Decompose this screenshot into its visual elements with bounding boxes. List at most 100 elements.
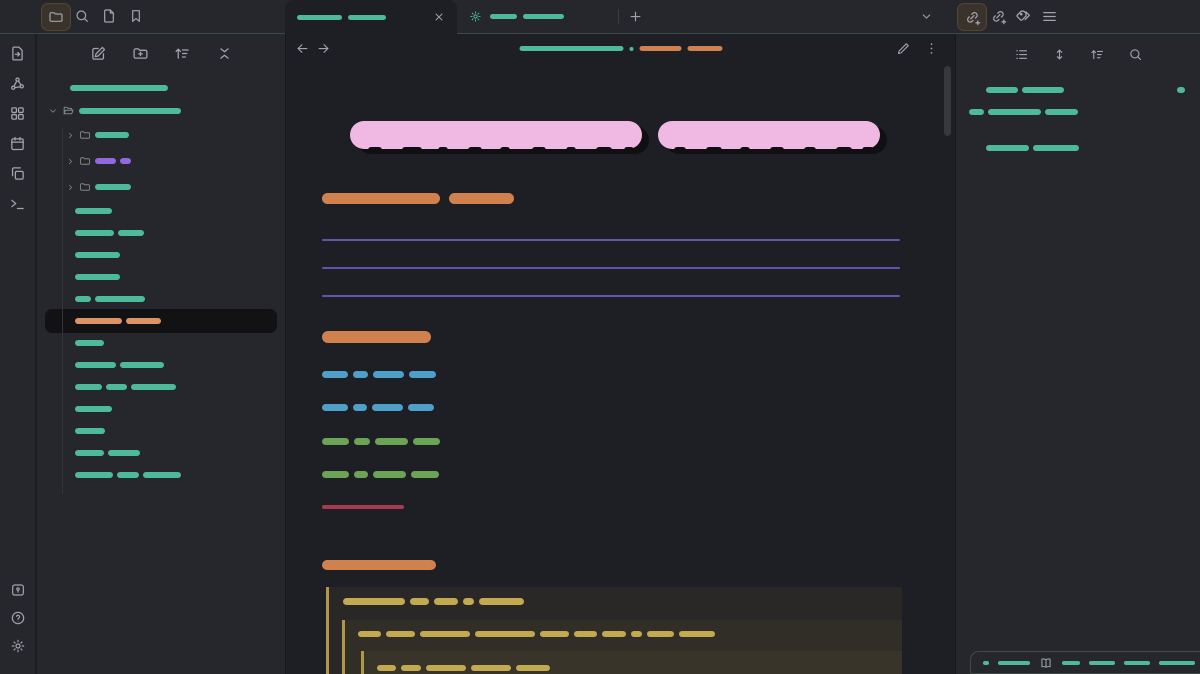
redacted-bar	[988, 109, 1041, 115]
outline-list-button[interactable]	[1014, 47, 1029, 62]
collapse-all-button[interactable]	[216, 45, 233, 62]
calendar-button[interactable]	[9, 135, 26, 152]
graph-view-button[interactable]	[9, 75, 26, 92]
new-tab-button[interactable]	[628, 9, 643, 24]
file-item[interactable]	[37, 332, 285, 354]
folder-item[interactable]	[37, 148, 285, 174]
help-button[interactable]	[10, 610, 26, 626]
settings-button[interactable]	[10, 638, 26, 654]
gear-icon	[469, 10, 482, 23]
list-button[interactable]	[1041, 8, 1058, 25]
tab-close-button[interactable]	[433, 11, 445, 23]
heading-redacted	[322, 560, 902, 570]
expand-all-button[interactable]	[1052, 47, 1067, 62]
redacted-bar	[479, 598, 524, 605]
blockquote-line-redacted	[377, 665, 902, 674]
tab-list-button[interactable]	[920, 10, 933, 23]
add-link-2-button[interactable]	[990, 8, 1007, 25]
file-item[interactable]	[37, 288, 285, 310]
folder-item[interactable]	[37, 174, 285, 200]
files-view-icon	[48, 9, 64, 25]
file-item[interactable]	[37, 222, 285, 244]
vault-switcher-button[interactable]	[10, 582, 26, 598]
redacted-bar	[95, 296, 145, 302]
redaction-bump	[740, 147, 750, 153]
text-line-redacted	[322, 505, 902, 509]
outline-item[interactable]	[956, 87, 1200, 93]
templates-button[interactable]	[9, 165, 26, 182]
nav-back-button[interactable]	[295, 41, 310, 56]
reading-mode-button[interactable]	[1039, 656, 1053, 670]
file-item-selected[interactable]	[45, 309, 277, 333]
redacted-bar	[475, 631, 535, 637]
file-view-button[interactable]	[101, 8, 117, 24]
outline-item[interactable]	[956, 109, 1200, 115]
note-tab[interactable]	[285, 0, 457, 34]
search-button[interactable]	[1128, 47, 1143, 62]
file-item[interactable]	[37, 200, 285, 222]
sort-order-button[interactable]	[174, 45, 191, 62]
title-redacted-bar	[629, 47, 633, 51]
reading-mode-icon	[1039, 656, 1053, 670]
folder-item[interactable]	[37, 122, 285, 148]
edit-mode-button[interactable]	[896, 41, 911, 56]
outline-item[interactable]	[956, 145, 1200, 151]
file-item[interactable]	[37, 464, 285, 486]
redacted-bar	[969, 109, 984, 115]
panel-left-toggle-button[interactable]	[10, 8, 27, 25]
chevron-right-icon	[66, 157, 75, 166]
redacted-bar	[540, 631, 569, 637]
redacted-bar	[471, 665, 511, 671]
sort-order-button[interactable]	[1090, 47, 1105, 62]
redacted-bar	[449, 193, 514, 204]
file-item[interactable]	[37, 398, 285, 420]
file-item[interactable]	[37, 442, 285, 464]
new-note-button[interactable]	[90, 45, 107, 62]
file-item[interactable]	[37, 354, 285, 376]
panel-right-toggle-button[interactable]	[1171, 8, 1188, 25]
redaction-bump	[770, 147, 784, 153]
new-folder-button[interactable]	[132, 45, 149, 62]
redacted-bar	[131, 384, 176, 390]
file-item[interactable]	[37, 376, 285, 398]
more-options-button[interactable]	[924, 41, 939, 56]
redacted-bar	[434, 598, 458, 605]
folder-item[interactable]	[37, 99, 285, 122]
tab-strip	[285, 0, 955, 33]
bookmarks-view-button[interactable]	[128, 8, 144, 24]
title-bar	[0, 0, 1200, 34]
file-switcher-button[interactable]	[9, 45, 26, 62]
title-redacted-bar	[687, 46, 722, 51]
view-actions-group	[896, 41, 939, 56]
search-view-button[interactable]	[74, 8, 90, 24]
file-item[interactable]	[37, 420, 285, 442]
redaction-bump	[706, 147, 722, 153]
files-view-button[interactable]	[41, 3, 71, 31]
redacted-bar	[95, 158, 116, 164]
edit-mode-icon	[896, 41, 911, 56]
vault-title[interactable]	[37, 76, 285, 99]
redacted-bar	[358, 631, 381, 637]
outline-list	[956, 87, 1200, 151]
nav-history-group	[295, 41, 331, 56]
redacted-bar	[126, 318, 161, 324]
text-line-redacted	[322, 404, 902, 411]
terminal-icon	[9, 195, 26, 212]
scrollbar-thumb[interactable]	[944, 66, 951, 136]
nav-forward-button[interactable]	[316, 41, 331, 56]
canvas-button[interactable]	[9, 105, 26, 122]
file-item[interactable]	[37, 244, 285, 266]
redacted-bar	[75, 318, 122, 324]
status-redacted-bar	[998, 661, 1030, 665]
terminal-button[interactable]	[9, 195, 26, 212]
pink-highlight-pill	[658, 121, 880, 149]
redacted-bar	[343, 598, 405, 605]
settings-tab[interactable]	[459, 0, 609, 33]
panel-left-toggle-icon	[10, 8, 27, 25]
file-item[interactable]	[37, 266, 285, 288]
redaction-bump	[804, 147, 816, 153]
outline-pane	[956, 34, 1200, 674]
tags-button[interactable]	[1015, 8, 1032, 25]
add-link-button[interactable]	[957, 3, 987, 31]
note-title-breadcrumb[interactable]	[519, 46, 722, 51]
